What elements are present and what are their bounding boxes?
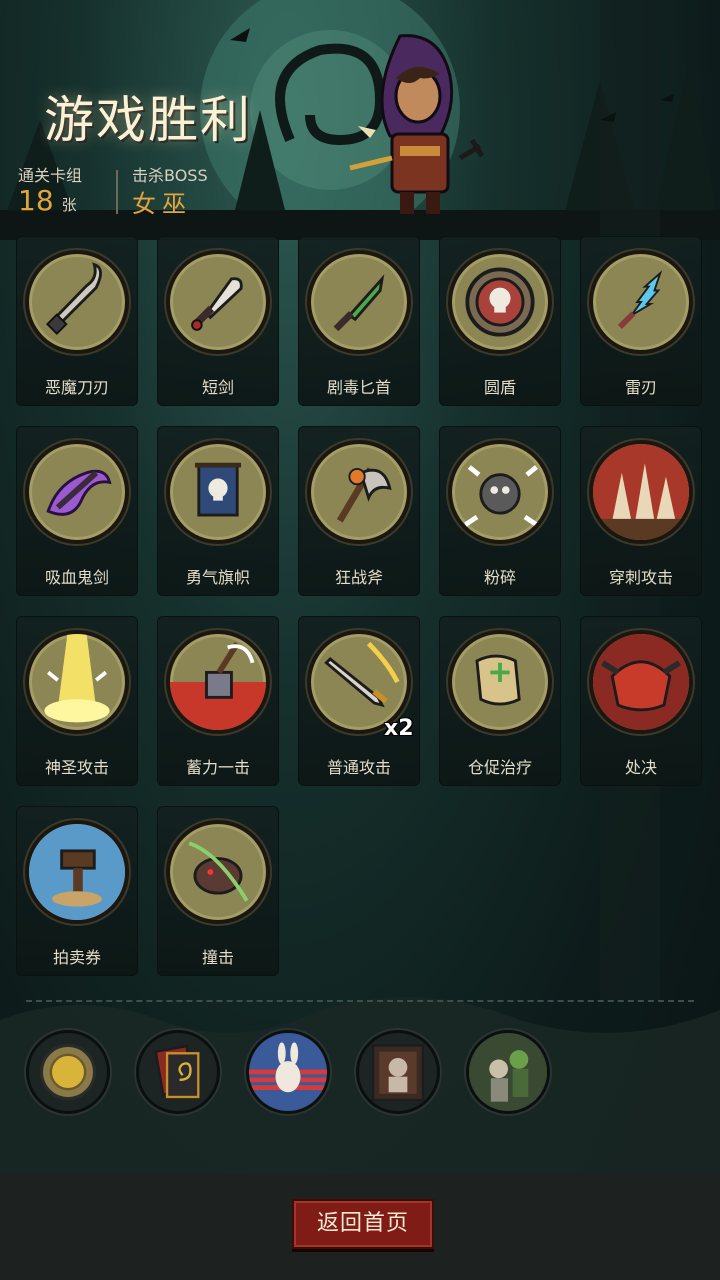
deck-label: 通关卡组 [18, 166, 83, 185]
courage-banner-icon [166, 440, 270, 544]
boss-name: 女巫 [132, 190, 192, 218]
stat-divider [116, 170, 118, 214]
charged-strike-icon [166, 630, 270, 734]
card-label: 粉碎 [483, 568, 516, 587]
card-thunder-blade[interactable]: 雷刃 [580, 236, 702, 406]
boss-label: 击杀BOSS [132, 166, 208, 185]
spiral-card-relic-icon[interactable] [136, 1030, 220, 1114]
round-shield-icon [448, 250, 552, 354]
card-vampire-sword[interactable]: 吸血鬼剑 [16, 426, 138, 596]
return-home-button[interactable]: 返回首页 [292, 1199, 434, 1249]
execute-icon [589, 630, 693, 734]
pierce-attack-icon [589, 440, 693, 544]
card-label: 蓄力一击 [185, 758, 250, 777]
gold-coin-relic-icon[interactable] [26, 1030, 110, 1114]
page-title: 游戏胜利 [44, 91, 252, 149]
card-label: 普通攻击 [326, 758, 391, 777]
berserker-axe-icon [307, 440, 411, 544]
demon-blade-icon [25, 250, 129, 354]
card-label: 勇气旗帜 [185, 568, 250, 587]
card-label: 圆盾 [483, 378, 516, 397]
card-label: 仓促治疗 [467, 758, 532, 777]
card-label: 狂战斧 [334, 568, 383, 587]
deck-count-unit: 张 [61, 196, 77, 214]
card-berserker-axe[interactable]: 狂战斧 [298, 426, 420, 596]
card-round-shield[interactable]: 圆盾 [439, 236, 561, 406]
portrait-relic-icon[interactable] [356, 1030, 440, 1114]
card-label: 剧毒匕首 [326, 378, 391, 397]
card-short-sword[interactable]: 短剑 [157, 236, 279, 406]
deck-count-value: 18 [18, 184, 54, 217]
card-ram-strike[interactable]: 撞击 [157, 806, 279, 976]
vampire-sword-icon [25, 440, 129, 544]
card-holy-attack[interactable]: 神圣攻击 [16, 616, 138, 786]
hasty-heal-icon [448, 630, 552, 734]
card-normal-attack[interactable]: x2 普通攻击 [298, 616, 420, 786]
poison-dagger-icon [307, 250, 411, 354]
rabbit-relic-icon[interactable] [246, 1030, 330, 1114]
card-courage-banner[interactable]: 勇气旗帜 [157, 426, 279, 596]
card-charged-strike[interactable]: 蓄力一击 [157, 616, 279, 786]
card-label: 穿刺攻击 [608, 568, 673, 587]
card-execute[interactable]: 处决 [580, 616, 702, 786]
smash-icon [448, 440, 552, 544]
card-hasty-heal[interactable]: 仓促治疗 [439, 616, 561, 786]
ram-strike-icon [166, 820, 270, 924]
card-label: 雷刃 [624, 378, 657, 397]
card-label: 处决 [624, 758, 657, 777]
short-sword-icon [166, 250, 270, 354]
card-pierce-attack[interactable]: 穿刺攻击 [580, 426, 702, 596]
card-label: 撞击 [201, 948, 234, 967]
card-label: 拍卖券 [52, 948, 101, 967]
card-count-badge: x2 [384, 716, 414, 741]
auction-ticket-icon [25, 820, 129, 924]
card-auction-ticket[interactable]: 拍卖券 [16, 806, 138, 976]
card-label: 神圣攻击 [44, 758, 109, 777]
card-poison-dagger[interactable]: 剧毒匕首 [298, 236, 420, 406]
holy-attack-icon [25, 630, 129, 734]
thunder-blade-icon [589, 250, 693, 354]
section-divider [26, 1000, 694, 1002]
card-label: 短剑 [201, 378, 234, 397]
deck-count: 18 张 [18, 184, 77, 217]
card-smash[interactable]: 粉碎 [439, 426, 561, 596]
witch-hero-portrait [349, 34, 485, 214]
card-label: 恶魔刀刃 [44, 378, 109, 397]
zombie-relic-icon[interactable] [466, 1030, 550, 1114]
card-demon-blade[interactable]: 恶魔刀刃 [16, 236, 138, 406]
card-label: 吸血鬼剑 [44, 568, 109, 587]
